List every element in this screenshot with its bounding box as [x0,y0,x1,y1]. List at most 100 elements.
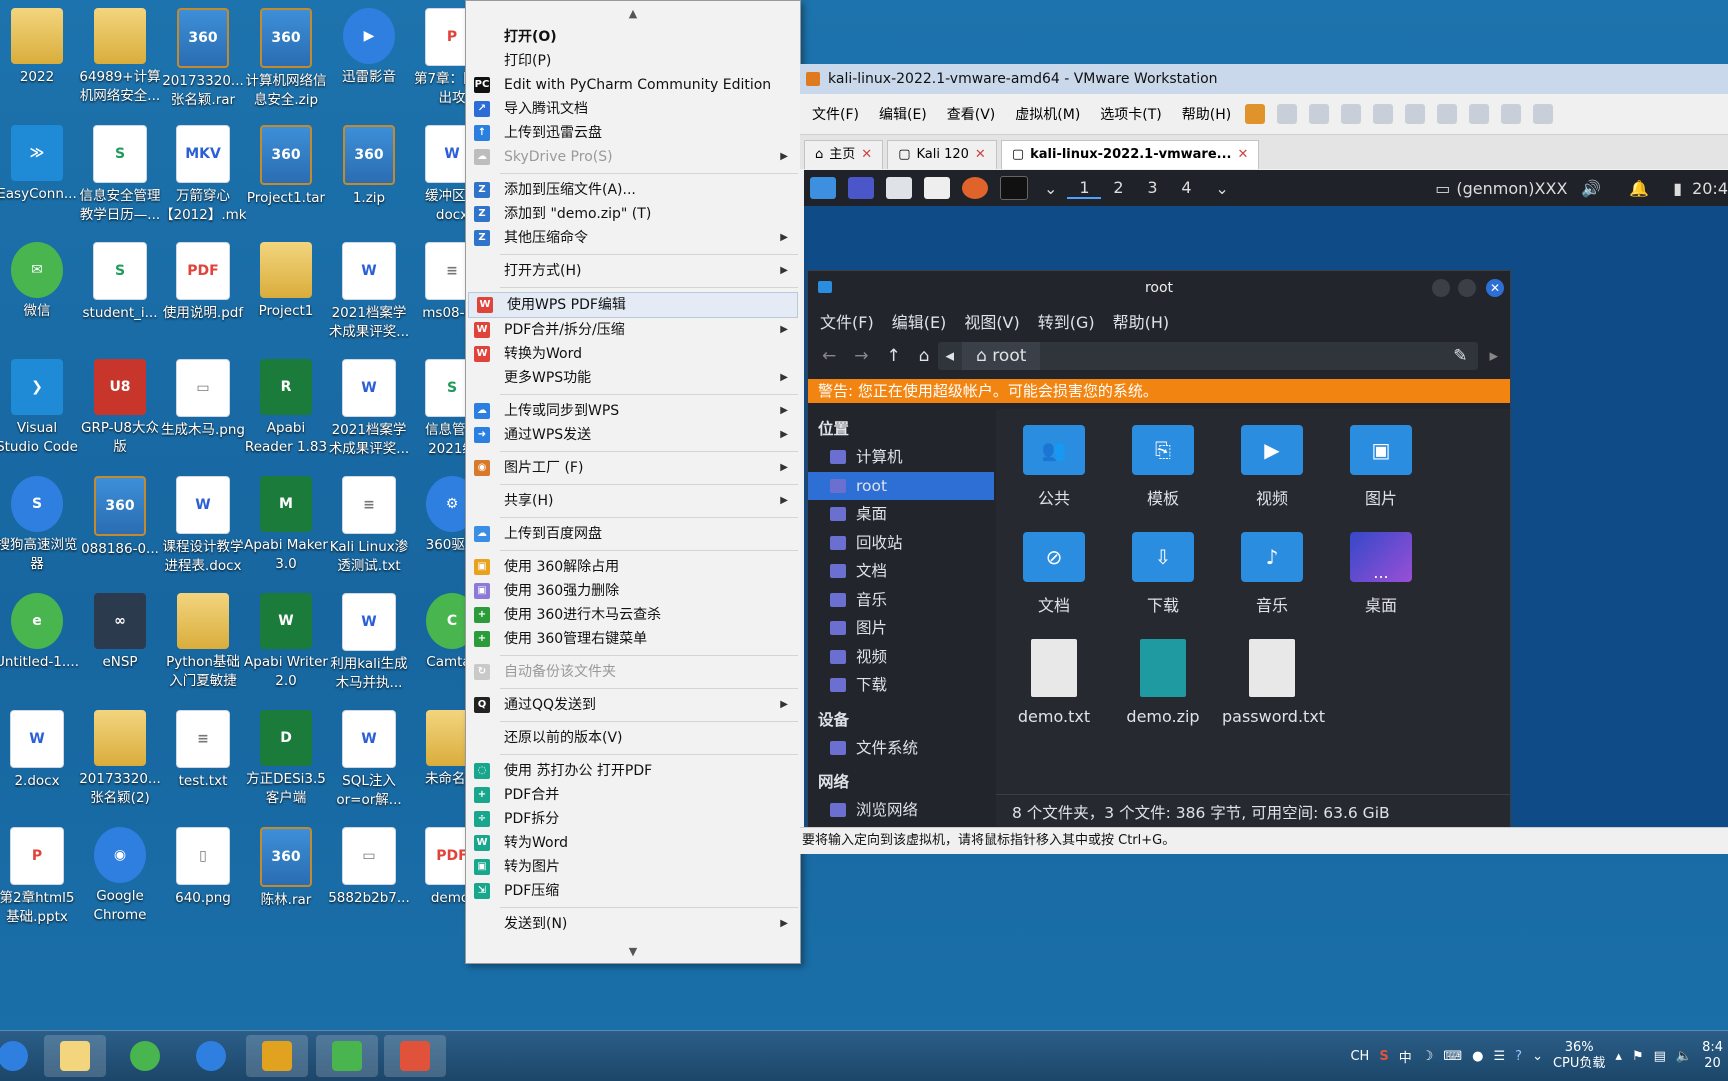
desktop-icon[interactable]: ▭ 5882b2b7... [326,827,412,908]
fm-menu-item[interactable]: 编辑(E) [892,309,947,333]
menu-item[interactable]: 发送到(N) ▶ [466,912,800,936]
sidebar-item[interactable]: 图片 [808,614,994,643]
network-icon[interactable]: ▤ [1654,1049,1666,1064]
taskbar-ie[interactable] [114,1035,176,1077]
desktop-icon[interactable]: M Apabi Maker 3.0 [243,476,329,574]
file-item[interactable]: ▣ 图片 [1331,425,1431,509]
desktop-icon[interactable]: P 第2章html5基础.pptx [0,827,80,927]
vmware-menu-item[interactable]: 虚拟机(M) [1015,104,1080,124]
sidebar-item[interactable]: 计算机 [808,443,994,472]
menu-item[interactable]: ☁ 上传到百度网盘 [466,522,800,546]
desktop-icon[interactable]: Project1 [243,242,329,321]
close-button[interactable]: ✕ [1486,279,1504,297]
fullscreen-icon[interactable] [1437,104,1458,124]
menu-item[interactable]: W 使用WPS PDF编辑 [468,292,798,318]
text-editor-icon[interactable] [924,177,950,199]
workspace-4[interactable]: 4 [1169,178,1203,199]
menu-item[interactable]: ▣ 转为图片 [466,855,800,879]
sidebar-item[interactable]: 浏览网络 [808,796,994,825]
sidebar-item[interactable]: 文档 [808,557,994,586]
tray-more-icon[interactable]: ⌄ [1532,1049,1543,1064]
edit-path-icon[interactable]: ✎ [1443,346,1477,366]
unity-icon[interactable] [1469,104,1490,124]
file-manager-icon[interactable] [886,177,912,199]
menu-item[interactable]: + 使用 360进行木马云查杀 [466,603,800,627]
menu-item[interactable]: Z 添加到 "demo.zip" (T) [466,202,800,226]
taskbar-explorer[interactable] [44,1035,106,1077]
fit-icon[interactable] [1501,104,1522,124]
guest-screen[interactable]: ⌄ 1234 ⌄ ▭ (genmon)XXX 🔊 🔔 ▮ 20:4 root ✕… [804,170,1728,827]
workspace-1[interactable]: 1 [1067,178,1102,199]
desktop-icon[interactable]: ▯ 640.png [160,827,246,908]
fm-menu-item[interactable]: 文件(F) [820,309,874,333]
vmware-menu-item[interactable]: 编辑(E) [879,104,927,124]
lang-indicator[interactable]: 中 [1399,1047,1412,1066]
vmware-tab[interactable]: ⌂ 主页 ✕ [804,140,884,169]
menu-item[interactable]: PC Edit with PyCharm Community Edition [466,73,800,97]
desktop-icon[interactable]: W SQL注入or=or解... [326,710,412,810]
desktop-icon[interactable]: ▭ 生成木马.png [160,359,246,440]
desktop-icon[interactable]: MKV 万箭穿心【2012】.mkv [160,125,246,225]
forward-icon[interactable]: → [854,346,868,366]
ime-indicator[interactable]: CH [1350,1049,1369,1064]
help-icon[interactable]: ? [1515,1049,1522,1064]
firefox-icon[interactable] [962,177,988,199]
desktop-icon[interactable]: W 利用kali生成木马并执... [326,593,412,693]
manage-snapshot-icon[interactable] [1405,104,1426,124]
desktop-icon[interactable]: W 2.docx [0,710,80,791]
menu-item[interactable]: ◉ 图片工厂 (F) ▶ [466,456,800,480]
desktop-icon[interactable]: ❯ Visual Studio Code [0,359,80,457]
home-icon[interactable]: ⌂ [919,346,930,366]
menu-item[interactable]: ☁ 上传或同步到WPS ▶ [466,399,800,423]
file-item[interactable]: password.txt [1222,639,1325,726]
close-icon[interactable]: ✕ [1237,141,1248,169]
keyboard-icon[interactable]: ⌨ [1443,1049,1462,1064]
menu-item[interactable]: Q 通过QQ发送到 ▶ [466,693,800,717]
desktop-icon[interactable]: 360 Project1.tar [243,125,329,208]
desktop-icon[interactable]: S 信息安全管理教学日历—... [77,125,163,225]
sidebar-item[interactable]: 音乐 [808,586,994,615]
desktop-icon[interactable]: R Apabi Reader 1.83 [243,359,329,457]
moon-icon[interactable]: ☽ [1422,1049,1434,1064]
path-left-icon[interactable]: ◂ [938,346,963,366]
menu-scroll-up[interactable]: ▲ [466,1,800,25]
sogou-ime-icon[interactable]: S [1379,1049,1388,1064]
sidebar-item[interactable]: 文件系统 [808,734,994,763]
taskbar-recorder[interactable] [384,1035,446,1077]
menu-item[interactable]: 还原以前的版本(V) [466,726,800,750]
volume-icon[interactable]: 🔊 [1581,179,1601,198]
minimize-button[interactable] [1432,279,1450,297]
menu-item[interactable]: ↗ 导入腾讯文档 [466,97,800,121]
file-item[interactable]: ⎘ 模板 [1113,425,1213,509]
pause-icon[interactable] [1245,104,1266,124]
chevron-down-icon[interactable]: ⌄ [1215,179,1228,198]
file-item[interactable]: 👥 公共 [1004,425,1104,509]
desktop-icon[interactable]: D 方正DESi3.5客户端 [243,710,329,808]
up-icon[interactable]: ↑ [887,346,901,366]
menu-item[interactable]: W PDF合并/拆分/压缩 ▶ [466,318,800,342]
desktop-icon[interactable]: 360 计算机网络信息安全.zip [243,8,329,110]
desktop-icon[interactable]: e Untitled-1.... [0,593,80,672]
menu-item[interactable]: ➜ 通过WPS发送 ▶ [466,423,800,447]
kali-menu-icon[interactable] [810,177,836,199]
sidebar-item[interactable]: 桌面 [808,500,994,529]
path-right-icon[interactable]: ▸ [1490,346,1499,366]
file-item[interactable]: ... 桌面 [1331,532,1431,616]
menu-item[interactable]: 共享(H) ▶ [466,489,800,513]
notification-icon[interactable]: 🔔 [1629,179,1649,198]
taskbar-sogou[interactable] [180,1035,242,1077]
menu-item[interactable]: ◌ 使用 苏打办公 打开PDF [466,759,800,783]
sidebar-item[interactable]: 回收站 [808,529,994,558]
menu-item[interactable]: ▣ 使用 360解除占用 [466,555,800,579]
menu-item[interactable]: + PDF合并 [466,783,800,807]
desktop-icon[interactable]: ≡ test.txt [160,710,246,791]
volume-icon[interactable]: 🔈 [1676,1049,1692,1064]
menu-item[interactable]: W 转为Word [466,831,800,855]
desktop-icon[interactable]: Python基础入门夏敏捷 [160,593,246,691]
desktop-icon[interactable]: W 2021档案学术成果评奖... [326,242,412,342]
restore-snapshot-icon[interactable] [1373,104,1394,124]
location-bar[interactable]: ◂ ⌂ root ✎ [937,342,1478,370]
desktop-icon[interactable]: 64989+计算机网络安全... [77,8,163,106]
desktop-icon[interactable]: 360 陈林.rar [243,827,329,910]
desktop-icon[interactable]: W Apabi Writer 2.0 [243,593,329,691]
